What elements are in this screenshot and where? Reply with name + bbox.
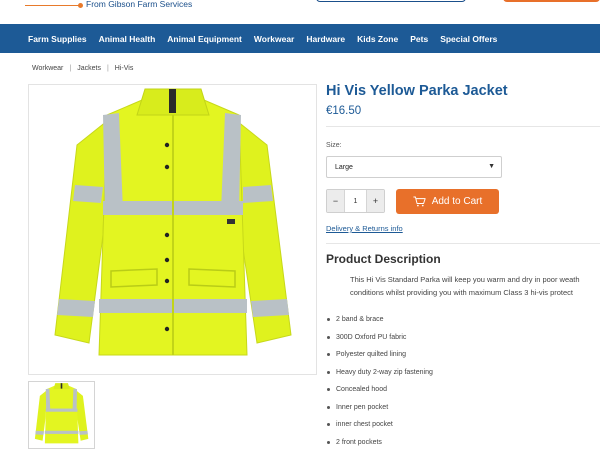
delivery-returns-link[interactable]: Delivery & Returns info — [326, 224, 403, 233]
product-title: Hi Vis Yellow Parka Jacket — [326, 83, 508, 99]
size-selected-value: Large — [335, 163, 353, 171]
size-label: Size: — [326, 142, 342, 149]
add-to-cart-button[interactable]: Add to Cart — [396, 189, 499, 214]
breadcrumb-hi-vis[interactable]: Hi-Vis — [115, 65, 134, 72]
feature-item: 300D Oxford PU fabric — [326, 329, 433, 347]
chevron-down-icon: ▼ — [488, 163, 495, 170]
breadcrumb-jackets[interactable]: Jackets — [77, 65, 101, 72]
feature-item: Heavy duty 2-way zip fastening — [326, 364, 433, 382]
breadcrumb-separator: | — [106, 65, 109, 72]
feature-item: inner chest pocket — [326, 416, 433, 434]
divider — [326, 243, 600, 244]
product-thumbnail[interactable] — [28, 381, 95, 449]
feature-item: Concealed hood — [326, 381, 433, 399]
size-select[interactable]: Large ▼ — [326, 156, 502, 178]
nav-item-workwear[interactable]: Workwear — [254, 34, 294, 44]
nav-item-animal-health[interactable]: Animal Health — [99, 34, 156, 44]
brand-accent-line — [25, 3, 83, 8]
quantity-input[interactable]: 1 — [344, 190, 367, 212]
feature-item: Inner pen pocket — [326, 399, 433, 417]
product-price: €16.50 — [326, 105, 362, 117]
feature-item: 2 band & brace — [326, 311, 433, 329]
add-to-cart-label: Add to Cart — [431, 196, 483, 207]
nav-item-hardware[interactable]: Hardware — [306, 34, 345, 44]
main-nav: Farm Supplies Animal Health Animal Equip… — [0, 24, 600, 53]
minus-icon[interactable]: − — [327, 190, 344, 212]
breadcrumb: Workwear | Jackets | Hi-Vis — [32, 65, 133, 72]
nav-item-farm-supplies[interactable]: Farm Supplies — [28, 34, 87, 44]
description-line: This Hi Vis Standard Parka will keep you… — [350, 275, 580, 284]
feature-item: 2 front pockets — [326, 434, 433, 450]
breadcrumb-workwear[interactable]: Workwear — [32, 65, 63, 72]
nav-item-pets[interactable]: Pets — [410, 34, 428, 44]
description-text: This Hi Vis Standard Parka will keep you… — [350, 273, 600, 299]
quantity-stepper[interactable]: − 1 + — [326, 189, 385, 213]
nav-item-special-offers[interactable]: Special Offers — [440, 34, 497, 44]
jacket-illustration — [54, 88, 292, 356]
nav-item-kids-zone[interactable]: Kids Zone — [357, 34, 398, 44]
search-input[interactable] — [316, 0, 466, 2]
jacket-thumbnail-illustration — [34, 383, 89, 444]
feature-item: Polyester quilted lining — [326, 346, 433, 364]
site-header: From Gibson Farm Services — [0, 0, 600, 24]
description-heading: Product Description — [326, 252, 441, 266]
breadcrumb-separator: | — [69, 65, 72, 72]
divider — [326, 126, 600, 127]
product-main-image[interactable] — [28, 84, 317, 375]
cart-icon — [413, 196, 426, 207]
plus-icon[interactable]: + — [367, 190, 384, 212]
nav-item-animal-equipment[interactable]: Animal Equipment — [167, 34, 242, 44]
description-line: conditions whilst providing you with max… — [350, 288, 574, 297]
brand-tagline: From Gibson Farm Services — [86, 0, 193, 9]
feature-list: 2 band & brace 300D Oxford PU fabric Pol… — [326, 311, 433, 450]
header-action-button[interactable] — [503, 0, 600, 2]
